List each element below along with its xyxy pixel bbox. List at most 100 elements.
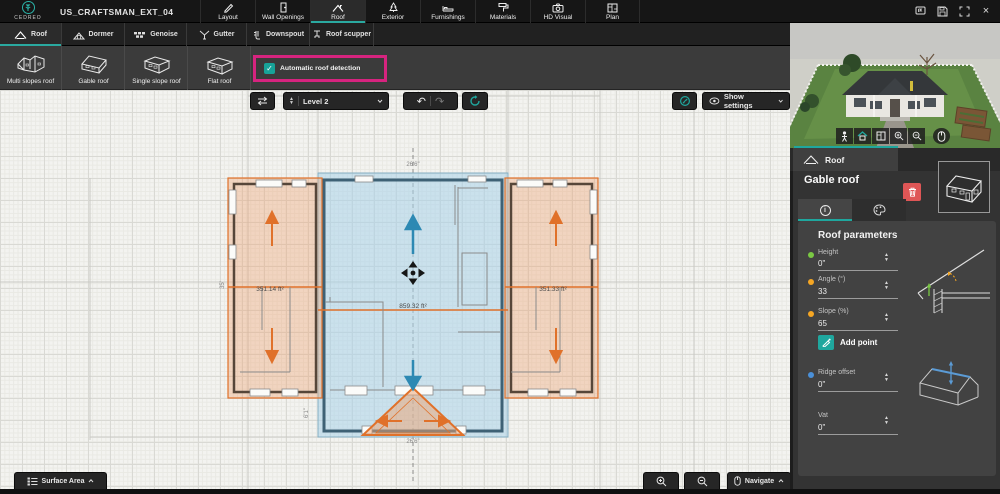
brand-text: CEDREO — [14, 15, 42, 21]
roof-icon — [332, 4, 344, 12]
genoise-bricks-icon — [134, 31, 146, 38]
tool-single-slope-roof[interactable]: Single slope roof — [126, 46, 188, 90]
menu-item-hd-visual[interactable]: HD Visual — [530, 0, 585, 23]
list-icon — [27, 477, 38, 485]
cedreo-logo-icon — [21, 1, 35, 14]
menu-item-furnishings[interactable]: Furnishings — [420, 0, 475, 23]
show-settings-label: Show settings — [723, 92, 753, 110]
feedback-icon[interactable] — [914, 5, 926, 17]
bed-icon — [442, 5, 454, 11]
info-icon: i — [819, 204, 831, 216]
main-menu: Layout Wall Openings Roof Exterior Furni… — [200, 0, 640, 23]
ribbon-tab-label: Downspout — [265, 31, 305, 38]
slope-stepper[interactable]: ▲ ▼ — [884, 313, 889, 323]
preview-zoom-out-icon[interactable] — [908, 128, 925, 144]
tree-icon — [388, 2, 398, 12]
tool-multi-slopes-roof[interactable]: Multi slopes roof — [0, 46, 62, 90]
pencil-icon — [223, 3, 233, 13]
level-selector[interactable]: ▲ ▼ Level 2 — [283, 92, 389, 110]
save-icon[interactable] — [936, 5, 948, 17]
height-stepper[interactable]: ▲ ▼ — [884, 253, 889, 263]
menu-item-wall-openings[interactable]: Wall Openings — [255, 0, 310, 23]
auto-roof-detection-highlight: ✓ Automatic roof detection — [253, 55, 387, 82]
angle-status-dot — [808, 279, 814, 285]
fullscreen-icon[interactable] — [958, 5, 970, 17]
redo-button[interactable]: ↷ — [435, 95, 444, 108]
menu-label: Layout — [218, 14, 238, 21]
ridge-offset-input[interactable]: 0" — [818, 380, 825, 389]
dim-label-left: 35' — [220, 281, 226, 289]
floor-plan-drawing[interactable] — [0, 90, 790, 489]
ribbon-tabbar: Roof Dormer Genoise Gutter Downspout Roo… — [0, 23, 790, 46]
angle-stepper[interactable]: ▲ ▼ — [884, 281, 889, 291]
menu-item-materials[interactable]: Materials — [475, 0, 530, 23]
ribbon-tab-label: Genoise — [150, 31, 178, 38]
roof-auto-update-button[interactable] — [462, 92, 488, 110]
panel-tab-roof[interactable]: Roof — [793, 148, 898, 171]
preview-zoom-in-icon[interactable] — [890, 128, 907, 144]
plan-view-icon[interactable] — [872, 128, 889, 144]
ribbon-tab-roof[interactable]: Roof — [0, 23, 62, 46]
navigate-button[interactable]: Navigate — [727, 472, 791, 489]
height-input[interactable]: 0" — [818, 259, 825, 268]
measure-tool-button[interactable] — [672, 92, 697, 110]
roof-tab-icon — [14, 30, 27, 39]
swap-level-button[interactable] — [250, 92, 275, 110]
undo-button[interactable]: ↶ — [417, 95, 426, 108]
tab-materials[interactable] — [852, 199, 906, 221]
auto-roof-detection-checkbox[interactable]: ✓ — [264, 63, 275, 74]
ribbon-tab-genoise[interactable]: Genoise — [125, 23, 187, 46]
3d-preview[interactable] — [790, 23, 1000, 148]
tool-flat-roof[interactable]: Flat roof — [189, 46, 251, 90]
menu-item-layout[interactable]: Layout — [200, 0, 255, 23]
chevron-down-icon — [377, 99, 383, 103]
slope-status-dot — [808, 311, 814, 317]
ribbon-tab-gutter[interactable]: Gutter — [187, 23, 247, 46]
level-stepper[interactable]: ▲ ▼ — [289, 97, 294, 106]
slope-input[interactable]: 65 — [818, 319, 827, 328]
ribbon-tab-downspout[interactable]: Downspout — [247, 23, 310, 46]
zoom-in-button[interactable] — [643, 472, 679, 489]
ridge-offset-underline — [818, 391, 898, 392]
gable-roof-thumbnail[interactable] — [938, 161, 990, 213]
titlebar: CEDREO US_CRAFTSMAN_EXT_04 Layout Wall O… — [0, 0, 1000, 23]
height-underline — [818, 270, 898, 271]
ridge-offset-diagram — [919, 361, 979, 406]
roof-profile-diagram — [917, 249, 990, 314]
bottom-strip — [0, 489, 1000, 494]
add-point-button[interactable]: Add point — [818, 335, 877, 350]
home-view-icon[interactable] — [854, 128, 871, 144]
ribbon-tab-roof-scupper[interactable]: Roof scupper — [310, 23, 374, 46]
angle-input[interactable]: 33 — [818, 287, 827, 296]
tab-info[interactable]: i — [798, 199, 852, 221]
menu-item-plan[interactable]: Plan — [585, 0, 640, 23]
tool-label: Flat roof — [207, 77, 232, 85]
selection-title: Gable roof — [804, 174, 860, 186]
tool-label: Multi slopes roof — [6, 77, 55, 85]
camera-icon — [552, 3, 564, 12]
trash-icon — [908, 187, 916, 197]
ridge-status-dot — [808, 372, 814, 378]
close-icon[interactable]: × — [980, 5, 992, 17]
app-logo[interactable]: CEDREO — [5, 1, 51, 23]
chevron-up-icon — [89, 479, 94, 483]
orbit-view-icon[interactable] — [933, 128, 950, 144]
vat-input[interactable]: 0" — [818, 423, 825, 432]
walk-mode-icon[interactable] — [836, 128, 853, 144]
menu-item-exterior[interactable]: Exterior — [365, 0, 420, 23]
ridge-offset-stepper[interactable]: ▲ ▼ — [884, 373, 889, 383]
project-title: US_CRAFTSMAN_EXT_04 — [60, 7, 174, 17]
gable-roof-icon — [80, 54, 107, 74]
surface-area-button[interactable]: Surface Area — [14, 472, 107, 489]
vat-stepper[interactable]: ▲ ▼ — [884, 416, 889, 426]
swap-icon — [257, 96, 268, 106]
zoom-out-button[interactable] — [684, 472, 720, 489]
tool-gable-roof[interactable]: Gable roof — [63, 46, 125, 90]
show-settings-dropdown[interactable]: Show settings — [702, 92, 790, 110]
menu-label: HD Visual — [543, 13, 573, 21]
ribbon-tab-dormer[interactable]: Dormer — [62, 23, 125, 46]
floor-plan-canvas[interactable]: 351.14 ft² 351.33 ft² 859.32 ft² 26'6" 2… — [0, 90, 790, 489]
menu-item-roof[interactable]: Roof — [310, 0, 365, 23]
panel-scroll-gutter[interactable] — [790, 148, 793, 494]
ribbon-tab-label: Roof — [31, 31, 47, 38]
